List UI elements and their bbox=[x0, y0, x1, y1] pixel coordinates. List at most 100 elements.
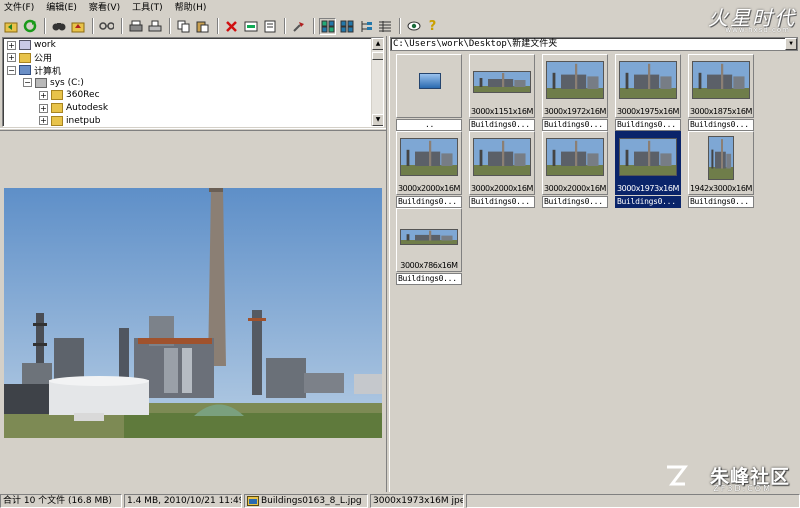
collapse-icon[interactable]: − bbox=[7, 65, 16, 75]
expand-icon[interactable]: + bbox=[39, 116, 48, 126]
refresh-icon[interactable] bbox=[21, 18, 38, 35]
thumbnail-frame: 3000x1151x16M bbox=[469, 54, 535, 118]
thumbnail-filename: Buildings0... bbox=[542, 119, 608, 131]
menu-tools[interactable]: 工具(T) bbox=[132, 0, 163, 16]
image-thumbnail[interactable]: 3000x2000x16M Buildings0... bbox=[469, 131, 535, 209]
thumbnail-photo bbox=[547, 139, 603, 175]
status-dimensions: 3000x1973x16M jpeg bbox=[370, 494, 464, 508]
zf3d-watermark: 朱峰社区 ZF3D.COM bbox=[664, 462, 790, 494]
folder-tree[interactable]: + work + 公用 − 计算机 − sys (C:) +360Rec + Autodesk + in… bbox=[2, 37, 384, 127]
expand-icon[interactable]: + bbox=[39, 90, 48, 100]
thumbnail-image bbox=[546, 138, 604, 176]
menu-edit[interactable]: 编辑(E) bbox=[46, 0, 77, 16]
thumbnail-frame: 3000x1973x16M bbox=[615, 131, 681, 195]
image-file-icon bbox=[247, 496, 259, 506]
thumbnail-photo bbox=[547, 62, 603, 98]
refinery-photo bbox=[4, 188, 382, 438]
expand-icon[interactable]: + bbox=[7, 53, 16, 63]
expand-icon[interactable]: + bbox=[39, 103, 48, 113]
thumbnail-dimensions: 3000x786x16M bbox=[400, 261, 458, 270]
rename-icon[interactable] bbox=[242, 18, 259, 35]
image-preview bbox=[4, 188, 382, 438]
image-thumbnail[interactable]: 3000x1972x16M Buildings0... bbox=[542, 54, 608, 132]
print-icon[interactable] bbox=[127, 18, 144, 35]
thumbnail-photo bbox=[693, 62, 749, 98]
parent-folder-thumbnail[interactable]: .. bbox=[396, 54, 462, 132]
folder-icon bbox=[51, 103, 63, 113]
thumbnail-dimensions: 3000x2000x16M bbox=[543, 184, 607, 193]
image-thumbnail[interactable]: 3000x786x16M Buildings0... bbox=[396, 208, 462, 286]
chain-icon[interactable] bbox=[98, 18, 115, 35]
scanner-icon[interactable] bbox=[146, 18, 163, 35]
image-thumbnail[interactable]: 3000x1875x16M Buildings0... bbox=[688, 54, 754, 132]
toolbar-separator bbox=[399, 18, 401, 34]
logo-sub-text: www.hxsd.com bbox=[725, 26, 790, 34]
thumbnail-image bbox=[473, 71, 531, 93]
scroll-thumb[interactable] bbox=[372, 52, 383, 60]
tree-item[interactable]: +360Rec bbox=[39, 89, 100, 101]
thumbnail-filename: Buildings0... bbox=[396, 273, 462, 285]
image-thumbnail[interactable]: 3000x1151x16M Buildings0... bbox=[469, 54, 535, 132]
help-icon[interactable]: ? bbox=[424, 18, 441, 35]
view-tree-icon[interactable] bbox=[357, 18, 374, 35]
tree-item[interactable]: − sys (C:) bbox=[23, 77, 84, 89]
tree-item[interactable]: + 公用 bbox=[7, 52, 52, 64]
tree-item[interactable]: − 计算机 bbox=[7, 64, 61, 77]
tree-item[interactable]: + inetpub bbox=[39, 115, 100, 126]
thumbnail-dimensions: 3000x1975x16M bbox=[616, 107, 680, 116]
image-thumbnail[interactable]: 3000x2000x16M Buildings0... bbox=[396, 131, 462, 209]
tree-item[interactable]: + Autodesk bbox=[39, 102, 108, 114]
back-icon[interactable] bbox=[2, 18, 19, 35]
thumbnail-grid: .. 3000x1151x16M Buildings0... 3000x1972x16… bbox=[390, 52, 800, 492]
view-thumbs-icon[interactable] bbox=[319, 17, 336, 35]
status-file-info: 1.4 MB, 2010/10/21 11:49 bbox=[124, 494, 242, 508]
folder-icon bbox=[51, 115, 63, 126]
thumbnail-dimensions: 1942x3000x16M bbox=[689, 184, 753, 193]
properties-icon[interactable] bbox=[261, 18, 278, 35]
image-thumbnail[interactable]: 3000x1973x16M Buildings0... bbox=[615, 131, 681, 209]
view-list-icon[interactable] bbox=[338, 18, 355, 35]
tree-item-label: 公用 bbox=[34, 54, 53, 65]
menu-help[interactable]: 帮助(H) bbox=[175, 0, 207, 16]
tools-icon[interactable] bbox=[290, 18, 307, 35]
status-empty bbox=[466, 494, 800, 508]
tree-item[interactable]: + work bbox=[7, 39, 56, 51]
thumbnail-frame: 3000x2000x16M bbox=[396, 131, 462, 195]
thumbnail-photo bbox=[620, 62, 676, 98]
eye-icon[interactable] bbox=[405, 18, 422, 35]
image-thumbnail[interactable]: 3000x1975x16M Buildings0... bbox=[615, 54, 681, 132]
tree-scrollbar[interactable]: ▲ ▼ bbox=[371, 38, 383, 126]
thumbnail-dimensions: 3000x1151x16M bbox=[470, 107, 534, 116]
collapse-icon[interactable]: − bbox=[23, 78, 32, 88]
thumbnail-image bbox=[400, 138, 458, 176]
toolbar-separator bbox=[217, 18, 219, 34]
toolbar-separator bbox=[44, 18, 46, 34]
paste-icon[interactable] bbox=[194, 18, 211, 35]
copy-icon[interactable] bbox=[175, 18, 192, 35]
tree-item-label: 360Rec bbox=[66, 90, 100, 101]
scroll-down-icon[interactable]: ▼ bbox=[372, 114, 383, 126]
thumbnail-dimensions: 3000x2000x16M bbox=[470, 184, 534, 193]
thumbnail-photo bbox=[620, 139, 676, 175]
expand-icon[interactable]: + bbox=[7, 40, 16, 50]
delete-icon[interactable] bbox=[223, 18, 240, 35]
toolbar-separator bbox=[313, 18, 315, 34]
toolbar-separator bbox=[169, 18, 171, 34]
path-input[interactable]: C:\Users\work\Desktop\新建文件夹 ▼ bbox=[390, 37, 798, 51]
horizontal-splitter[interactable] bbox=[0, 128, 386, 131]
status-file-name-text: Buildings0163_8_L.jpg bbox=[261, 496, 362, 506]
image-thumbnail[interactable]: 1942x3000x16M Buildings0... bbox=[688, 131, 754, 209]
path-dropdown-icon[interactable]: ▼ bbox=[785, 38, 797, 50]
scroll-up-icon[interactable]: ▲ bbox=[372, 38, 383, 50]
view-details-icon[interactable] bbox=[376, 18, 393, 35]
drive-icon bbox=[35, 77, 47, 88]
thumbnail-dimensions: 3000x1875x16M bbox=[689, 107, 753, 116]
image-thumbnail[interactable]: 3000x2000x16M Buildings0... bbox=[542, 131, 608, 209]
binoculars-icon[interactable] bbox=[50, 18, 67, 35]
thumbnail-photo bbox=[474, 139, 530, 175]
menu-view[interactable]: 察看(V) bbox=[89, 0, 120, 16]
menu-file[interactable]: 文件(F) bbox=[4, 0, 34, 16]
tree-item-label: Autodesk bbox=[66, 103, 109, 113]
tree-item-label: sys (C:) bbox=[50, 77, 84, 88]
up-folder-icon[interactable] bbox=[69, 18, 86, 35]
